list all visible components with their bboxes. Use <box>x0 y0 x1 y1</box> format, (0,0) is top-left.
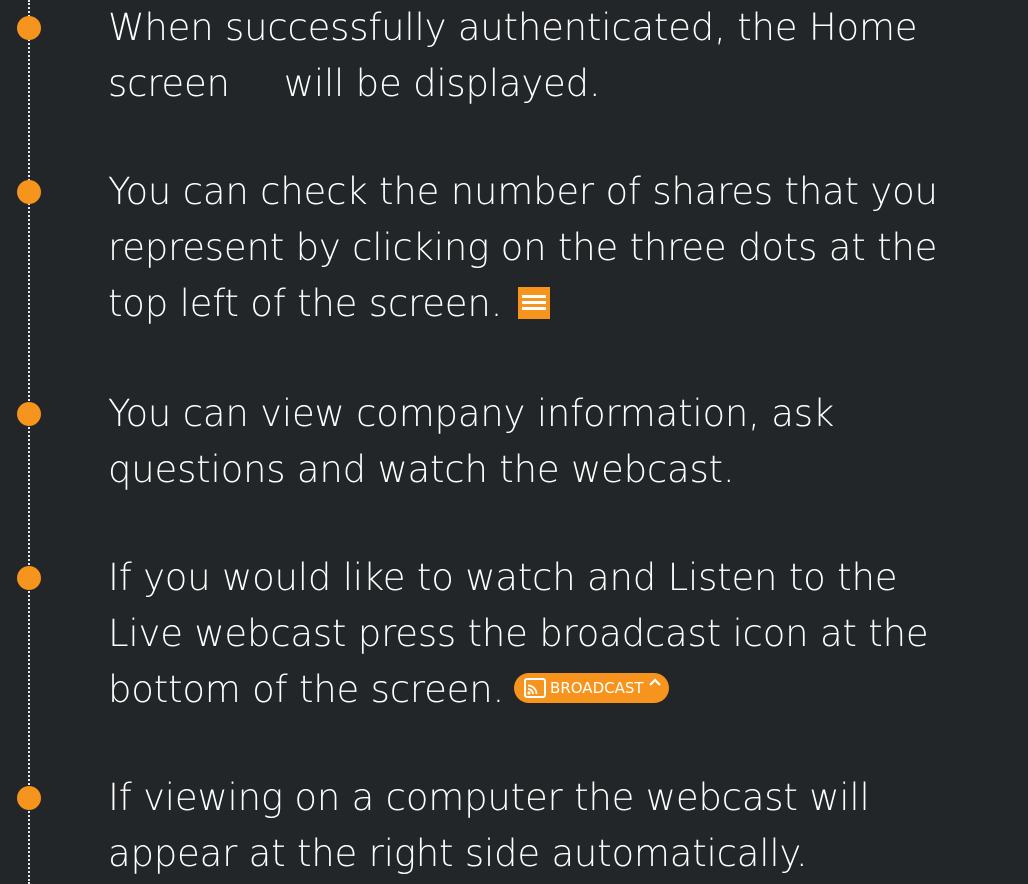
timeline-dot <box>17 180 41 204</box>
step-text: Live webcast press the broadcast icon at… <box>108 612 929 655</box>
step-text: You can view company information, ask <box>108 392 835 435</box>
timeline-line <box>28 0 30 884</box>
step-shares: You can check the number of shares that … <box>108 164 1023 332</box>
step-authenticated: When successfully authenticated, the Hom… <box>108 0 1023 112</box>
chevron-up-icon <box>648 677 661 686</box>
step-text: questions and watch the webcast. <box>108 448 735 491</box>
step-text: will be displayed. <box>283 62 601 105</box>
step-company-info: You can view company information, ask qu… <box>108 386 1023 498</box>
step-text: appear at the right side automatically. <box>108 832 808 875</box>
timeline-dot <box>17 566 41 590</box>
step-text: If viewing on a computer the webcast wil… <box>108 776 870 819</box>
broadcast-button[interactable]: BROADCAST <box>514 672 669 703</box>
menu-icon <box>517 286 550 319</box>
timeline-dot <box>17 786 41 810</box>
timeline-dot <box>17 402 41 426</box>
step-text-line: bottom of the screen. BROADCAST <box>108 662 1023 718</box>
step-computer-view: If viewing on a computer the webcast wil… <box>108 770 1023 882</box>
step-text: You can check the number of shares that … <box>108 170 938 213</box>
step-text: When successfully authenticated, the Hom… <box>108 6 918 49</box>
cast-icon <box>524 677 547 698</box>
step-text-line: top left of the screen. <box>108 276 1023 332</box>
broadcast-label: BROADCAST <box>550 678 644 697</box>
step-text-line: screen will be displayed. <box>108 56 1023 112</box>
step-text: represent by clicking on the three dots … <box>108 226 938 269</box>
step-text: screen <box>108 62 230 105</box>
step-text: top left of the screen. <box>108 282 503 325</box>
step-text: bottom of the screen. <box>108 668 505 711</box>
timeline-dot <box>17 16 41 40</box>
step-text: If you would like to watch and Listen to… <box>108 556 898 599</box>
step-webcast: If you would like to watch and Listen to… <box>108 550 1023 718</box>
